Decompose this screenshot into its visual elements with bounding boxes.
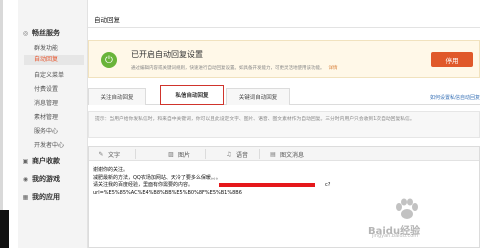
tool-voice[interactable]: ♫ 语音 <box>225 150 248 159</box>
tool-separator <box>205 149 206 159</box>
sidebar-item-broadcast[interactable]: 群发功能 <box>34 43 58 52</box>
page-title: 自动回复 <box>94 16 120 24</box>
reply-message[interactable]: 谢谢你的关注。 减肥最新的方法，QQ农场加网站、天冷了要多么保暖。。。 请关注我… <box>93 167 473 197</box>
service-icon: ◎ <box>22 29 29 37</box>
tool-text[interactable]: ✎ 文字 <box>97 150 120 159</box>
sidebar-group-apps[interactable]: ▦ 我的应用 <box>22 192 60 202</box>
tool-label: 图文消息 <box>280 152 305 159</box>
watermark-url: jingyan.baidu.com <box>372 233 419 239</box>
message-line-suffix: c? <box>325 182 331 188</box>
game-icon: ◉ <box>22 175 29 183</box>
tip-box: 提示：当用户给你发私信时，和来自中关键词，你可以且此设定文字、图片、语音、图文素… <box>88 111 480 138</box>
detail-link[interactable]: 详情 <box>329 66 338 71</box>
divider <box>88 27 480 28</box>
banner-title: 已开启自动回复设置 <box>131 50 203 59</box>
sidebar-group-income[interactable]: ▣ 商户收款 <box>22 156 60 166</box>
dark-corner <box>0 210 9 248</box>
tool-news[interactable]: ▤ 图文消息 <box>269 150 304 159</box>
sidebar-item-developer[interactable]: 开发者中心 <box>34 140 64 149</box>
tab-private-reply[interactable]: 私信自动回复 <box>160 85 224 105</box>
tool-label: 语音 <box>236 152 249 159</box>
sidebar-group-label: 商户收款 <box>32 157 60 165</box>
redaction-mark <box>219 183 315 187</box>
image-icon: ▨ <box>168 151 174 158</box>
sidebar-item-auto-reply[interactable]: 自动回复 <box>24 55 84 65</box>
power-icon: ⏻ <box>101 52 117 68</box>
tool-separator <box>135 149 136 159</box>
sidebar-item-payment[interactable]: 付费设置 <box>34 84 58 93</box>
apps-icon: ▦ <box>22 193 29 201</box>
tool-image[interactable]: ▨ 图片 <box>167 150 190 159</box>
tab-keyword-reply[interactable]: 关键词自动回复 <box>226 88 290 105</box>
help-link[interactable]: 如何设置私信自动回复 <box>430 94 480 101</box>
tab-follow-reply[interactable]: 关注自动回复 <box>88 88 146 105</box>
banner-description-text: 通过编辑内容或关键词规则，快速进行自动回复设置。如具备开发能力，可更灵活地使用该… <box>131 66 325 71</box>
message-line: 谢谢你的关注。 <box>93 167 129 173</box>
sidebar-group-label: 我的游戏 <box>32 175 60 183</box>
banner-description: 通过编辑内容或关键词规则，快速进行自动回复设置。如具备开发能力，可更灵活地使用该… <box>131 65 338 71</box>
text-icon: ✎ <box>98 151 104 158</box>
message-line: url=%E5%85%AC%E4%B8%BB%E5%B0%8F%E5%B1%8B… <box>93 189 242 196</box>
sidebar: ◎ 畅丝服务 群发功能 自动回复 自定义菜单 付费设置 消息管理 素材管理 服务… <box>18 0 88 248</box>
tool-label: 文字 <box>108 152 121 159</box>
status-banner: ⏻ 已开启自动回复设置 通过编辑内容或关键词规则，快速进行自动回复设置。如具备开… <box>88 40 480 78</box>
news-icon: ▤ <box>270 151 276 158</box>
sidebar-item-custom-menu[interactable]: 自定义菜单 <box>34 70 64 79</box>
tool-separator <box>259 149 260 159</box>
message-line: 减肥最新的方法，QQ农场加网站、天冷了要多么保暖。。。 <box>93 174 221 181</box>
sidebar-group-label: 我的应用 <box>32 193 60 201</box>
message-line-text: 请关注我的百度经验，里面有你需要的内容。 <box>93 182 194 188</box>
editor-toolbar: ✎ 文字 ▨ 图片 ♫ 语音 ▤ 图文消息 <box>89 147 479 161</box>
voice-icon: ♫ <box>226 151 232 158</box>
tool-label: 图片 <box>178 152 191 159</box>
sidebar-group-service[interactable]: ◎ 畅丝服务 <box>22 28 60 38</box>
sidebar-group-label: 畅丝服务 <box>32 29 60 37</box>
sidebar-group-games[interactable]: ◉ 我的游戏 <box>22 174 60 184</box>
sidebar-item-materials[interactable]: 素材管理 <box>34 112 58 121</box>
reply-tabs: 关注自动回复 私信自动回复 关键词自动回复 如何设置私信自动回复 <box>88 85 480 105</box>
paw-icon <box>396 198 418 219</box>
stop-button[interactable]: 停用 <box>431 52 473 67</box>
sidebar-item-messages[interactable]: 消息管理 <box>34 98 58 107</box>
wallet-icon: ▣ <box>22 157 29 165</box>
watermark: Baidu经验 jingyan.baidu.com <box>368 198 480 239</box>
sidebar-item-service-center[interactable]: 服务中心 <box>34 126 58 135</box>
